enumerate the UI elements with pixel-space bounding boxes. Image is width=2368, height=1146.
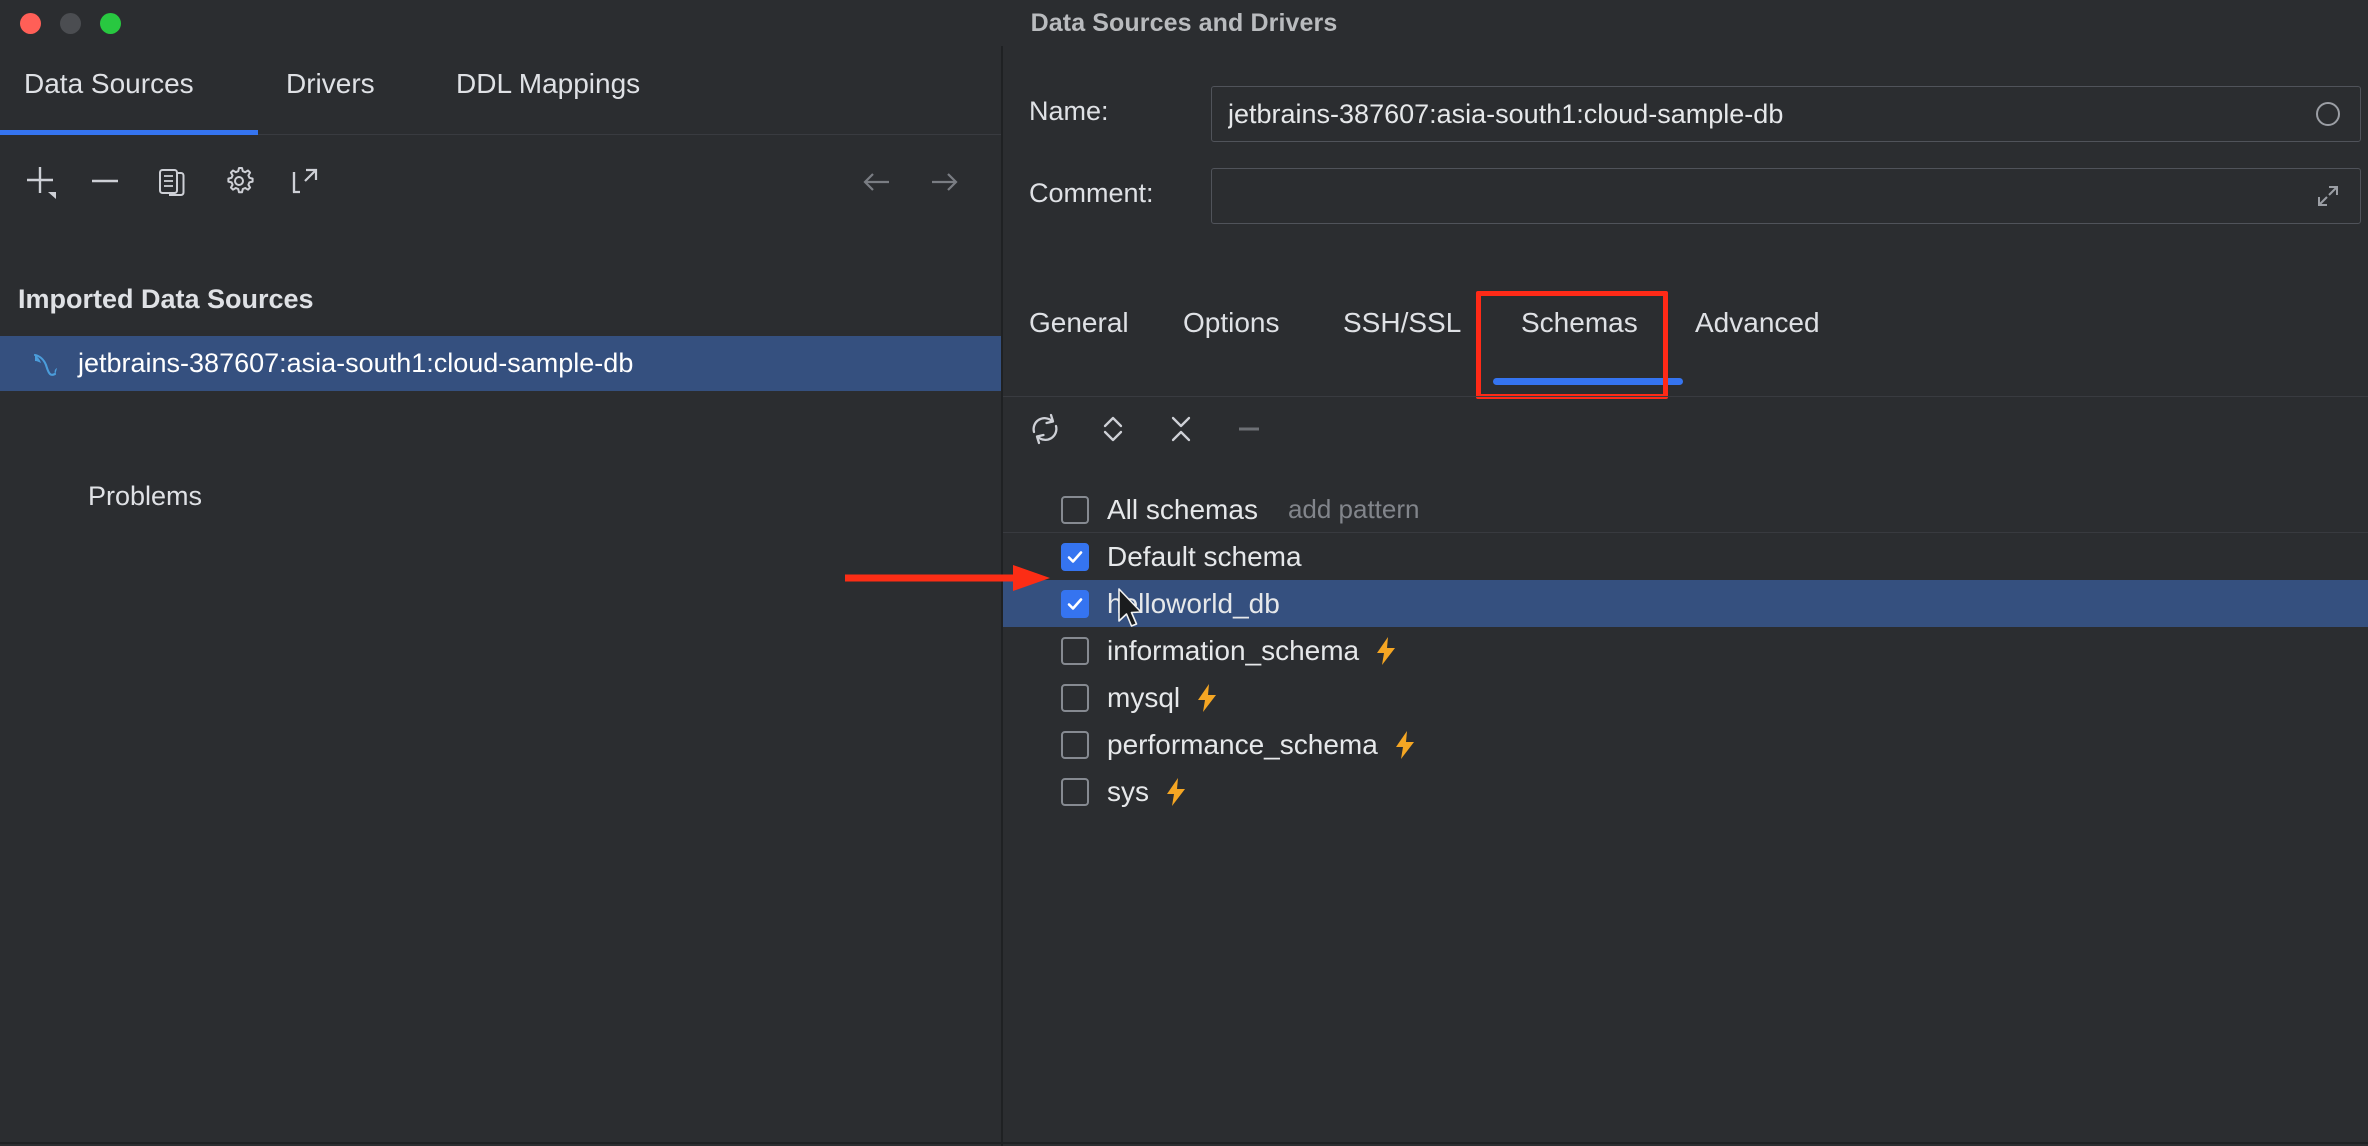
expand-diagonal-icon[interactable] [2308,176,2348,216]
tab-data-sources[interactable]: Data Sources [18,68,200,130]
collapse-all-button[interactable] [1153,401,1209,457]
navigate-forward-button[interactable] [920,158,968,206]
settings-button[interactable] [212,154,266,208]
circle-icon[interactable] [2308,94,2348,134]
remove-data-source-button[interactable] [78,154,132,208]
tab-advanced[interactable]: Advanced [1695,300,1820,346]
schema-name: Default schema [1107,540,1302,572]
connection-settings-tabs: General Options SSH/SSL Schemas Advanced [1003,286,2368,399]
name-input[interactable]: jetbrains-387607:asia-south1:cloud-sampl… [1211,86,2361,142]
schema-name: performance_schema [1107,728,1378,760]
schema-toolbar [1003,401,2368,471]
active-tab-indicator [0,130,258,135]
subtabs-separator [1003,396,2368,397]
system-schema-bolt-icon [1373,636,1399,666]
refresh-schemas-button[interactable] [1017,401,1073,457]
problems-label[interactable]: Problems [88,481,202,512]
minus-icon [1239,427,1259,431]
schema-checkbox[interactable] [1061,542,1089,571]
data-source-name: jetbrains-387607:asia-south1:cloud-sampl… [78,348,634,378]
tab-general[interactable]: General [1029,300,1129,346]
tab-options[interactable]: Options [1183,300,1280,346]
remove-pattern-button[interactable] [1221,401,1277,457]
add-data-source-button[interactable] [14,154,68,208]
schema-list-item[interactable]: information_schema [1003,627,2368,674]
schema-list-item[interactable]: performance_schema [1003,721,2368,768]
name-field-row: Name: jetbrains-387607:asia-south1:cloud… [1003,86,2368,142]
data-source-list-item[interactable]: jetbrains-387607:asia-south1:cloud-sampl… [0,336,1001,391]
left-panel-toolbar [0,154,1001,224]
expand-chevrons-icon [1103,416,1123,442]
left-panel-bottom-divider [0,1142,1001,1144]
mysql-dolphin-icon [28,346,64,382]
left-panel-tabs: Data Sources Drivers DDL Mappings [0,68,1001,130]
gear-icon [227,167,254,194]
comment-field-row: Comment: [1003,168,2368,224]
schema-checkbox[interactable] [1061,589,1089,618]
left-panel: Data Sources Drivers DDL Mappings Import… [0,46,1001,1146]
check-icon [1067,550,1083,563]
plus-icon [27,167,56,199]
name-field-label: Name: [1029,96,1109,126]
system-schema-bolt-icon [1163,777,1189,807]
system-schema-bolt-icon [1392,730,1418,760]
comment-input[interactable] [1211,168,2361,224]
refresh-icon [1032,413,1058,445]
schema-name: information_schema [1107,634,1360,666]
imported-data-sources-heading: Imported Data Sources [18,284,314,314]
window-titlebar: Data Sources and Drivers [0,0,2368,46]
navigate-back-button[interactable] [853,158,901,206]
active-subtab-indicator [1493,378,1683,385]
schema-name: mysql [1107,681,1181,713]
schema-checkbox[interactable] [1061,495,1089,524]
copy-icon [159,169,185,196]
tab-ddl-mappings[interactable]: DDL Mappings [450,68,646,130]
comment-field-label: Comment: [1029,178,1154,208]
schema-list-item[interactable]: helloworld_db [1003,580,2368,627]
external-link-icon [292,168,318,194]
schema-list-item[interactable]: mysql [1003,674,2368,721]
arrow-right-icon [932,173,958,191]
arrow-left-icon [863,173,889,191]
add-pattern-hint[interactable]: add pattern [1288,494,1420,525]
collapse-chevrons-icon [1171,416,1191,442]
minus-icon [92,179,118,183]
schema-checkbox[interactable] [1061,777,1089,806]
tab-drivers[interactable]: Drivers [280,68,381,130]
name-input-value: jetbrains-387607:asia-south1:cloud-sampl… [1228,98,1784,129]
data-sources-and-drivers-window: Data Sources and Drivers Data Sources Dr… [0,0,2368,1146]
schema-checkbox[interactable] [1061,730,1089,759]
tabs-separator [258,134,1001,135]
schema-name: sys [1107,775,1149,807]
expand-all-button[interactable] [1085,401,1141,457]
right-panel: Name: jetbrains-387607:asia-south1:cloud… [1003,46,2368,1146]
schema-checkbox[interactable] [1061,636,1089,665]
share-button[interactable] [278,154,332,208]
tab-schemas[interactable]: Schemas [1521,300,1638,346]
check-icon [1067,597,1083,610]
schema-list-item[interactable]: Default schema [1003,533,2368,580]
schema-checkbox[interactable] [1061,683,1089,712]
system-schema-bolt-icon [1194,683,1220,713]
schema-list-item[interactable]: All schemas add pattern [1003,486,2368,533]
duplicate-data-source-button[interactable] [146,154,200,208]
window-title: Data Sources and Drivers [1030,9,1338,37]
schema-list: All schemas add pattern Default schema h… [1003,486,2368,815]
tab-ssh-ssl[interactable]: SSH/SSL [1343,300,1461,346]
right-panel-bottom-divider [1003,1142,2368,1144]
schema-name: All schemas [1107,493,1258,525]
schema-list-item[interactable]: sys [1003,768,2368,815]
schema-name: helloworld_db [1107,587,1280,619]
